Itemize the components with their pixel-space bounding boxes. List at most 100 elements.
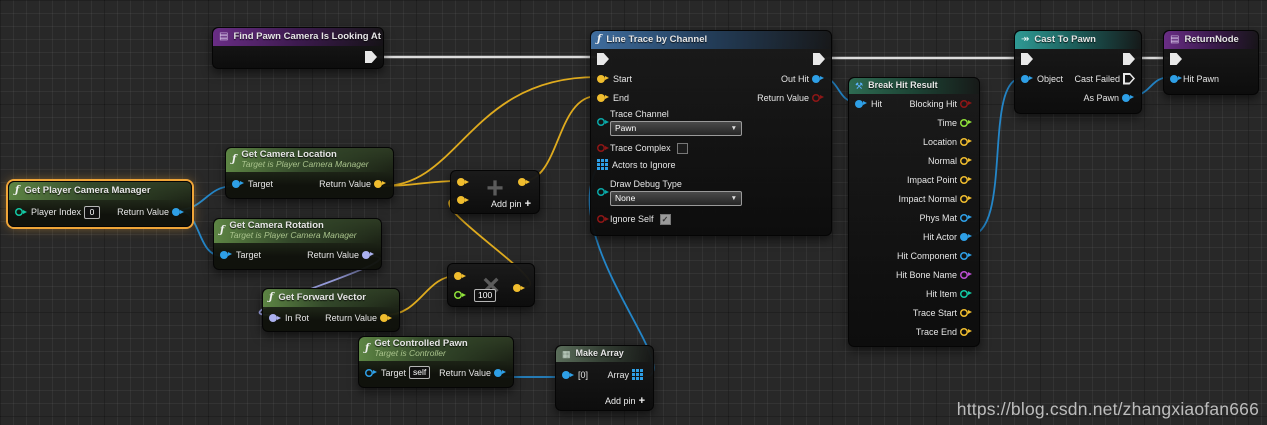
- hit-pawn-pin[interactable]: [1170, 74, 1182, 83]
- trace-channel-pin[interactable]: [597, 118, 609, 126]
- hit-actor-pin[interactable]: [960, 232, 972, 241]
- node-return-node[interactable]: ▤ ReturnNode Hit Pawn: [1163, 30, 1259, 95]
- add-pin-button[interactable]: Add pin +: [491, 198, 531, 210]
- impact-normal-pin[interactable]: [960, 195, 972, 203]
- node-get-controlled-pawn[interactable]: ƒ Get Controlled Pawn Target is Controll…: [358, 336, 514, 388]
- trace-end-pin[interactable]: [960, 328, 972, 336]
- exec-out-pin[interactable]: [1123, 53, 1135, 65]
- add-input-b-pin[interactable]: [457, 196, 469, 204]
- hit-component-pin[interactable]: [960, 252, 972, 260]
- exec-in-pin[interactable]: [1021, 53, 1033, 65]
- exec-in-pin[interactable]: [1170, 53, 1182, 65]
- multiply-output-pin[interactable]: [513, 284, 525, 292]
- node-make-array[interactable]: ▦ Make Array [0] Array Add pin +: [555, 345, 654, 411]
- node-subtitle: Target is Controller: [374, 348, 446, 359]
- return-value-pin[interactable]: [172, 208, 184, 216]
- function-icon: ƒ: [232, 153, 237, 165]
- ignore-self-pin[interactable]: [597, 215, 609, 223]
- event-icon: ▤: [219, 31, 229, 42]
- node-subtitle: Target is Player Camera Manager: [241, 159, 369, 170]
- graph-canvas[interactable]: ▤ Find Pawn Camera Is Looking At ƒ Line …: [0, 0, 1267, 425]
- player-index-pin[interactable]: [15, 208, 27, 216]
- multiply-input-b-pin[interactable]: [454, 291, 466, 299]
- node-title: Find Pawn Camera Is Looking At: [233, 30, 381, 42]
- out-hit-pin[interactable]: [812, 74, 824, 83]
- trace-channel-dropdown[interactable]: Pawn ▼: [610, 120, 742, 136]
- wire-add-to-end[interactable]: [522, 95, 598, 182]
- target-pin[interactable]: [365, 369, 377, 377]
- node-get-player-camera-manager[interactable]: ƒ Get Player Camera Manager Player Index…: [8, 181, 192, 227]
- trace-complex-pin[interactable]: [597, 144, 609, 152]
- node-get-forward-vector[interactable]: ƒ Get Forward Vector In Rot Return Value: [262, 288, 400, 332]
- return-value-pin[interactable]: [362, 250, 374, 259]
- normal-pin[interactable]: [960, 157, 972, 165]
- plus-icon: +: [524, 198, 531, 210]
- phys-mat-pin[interactable]: [960, 214, 972, 222]
- target-self-value[interactable]: self: [409, 366, 431, 380]
- add-output-pin[interactable]: [518, 178, 530, 186]
- ignore-self-checkbox[interactable]: ✓: [659, 213, 671, 225]
- exec-out-pin[interactable]: [365, 51, 377, 63]
- target-pin[interactable]: [232, 179, 244, 188]
- return-value-pin[interactable]: [374, 179, 386, 188]
- wire-camloc-to-add-a[interactable]: [382, 180, 458, 187]
- function-icon: ƒ: [365, 342, 370, 354]
- watermark-url: https://blog.csdn.net/zhangxiaofan666: [956, 399, 1259, 419]
- draw-debug-type-dropdown[interactable]: None ▼: [610, 190, 742, 206]
- cast-icon: ↠: [1021, 34, 1030, 45]
- exec-in-pin[interactable]: [597, 53, 609, 65]
- hit-item-pin[interactable]: [960, 290, 972, 298]
- player-index-value[interactable]: 0: [84, 205, 101, 219]
- function-icon: ƒ: [220, 224, 225, 236]
- trace-complex-checkbox[interactable]: [676, 142, 688, 154]
- function-icon: ƒ: [597, 34, 602, 45]
- node-title: Cast To Pawn: [1034, 33, 1096, 45]
- function-icon: ƒ: [269, 292, 274, 303]
- dropdown-arrow-icon: ▼: [730, 124, 737, 132]
- end-pin[interactable]: [597, 93, 609, 102]
- return-value-pin[interactable]: [494, 368, 506, 377]
- impact-point-pin[interactable]: [960, 176, 972, 184]
- node-get-camera-location[interactable]: ƒ Get Camera Location Target is Player C…: [225, 147, 394, 199]
- array-grid-icon: ▦: [562, 348, 571, 359]
- draw-debug-type-pin[interactable]: [597, 188, 609, 196]
- start-pin[interactable]: [597, 74, 609, 83]
- function-icon: ƒ: [15, 185, 20, 196]
- event-icon: ▤: [1170, 34, 1180, 45]
- as-pawn-pin[interactable]: [1122, 93, 1134, 102]
- node-line-trace-by-channel[interactable]: ƒ Line Trace by Channel Start Out Hit En…: [590, 30, 832, 236]
- node-multiply-vector-float[interactable]: × 100: [447, 263, 535, 307]
- multiply-b-value[interactable]: 100: [474, 289, 497, 302]
- cast-failed-exec-pin[interactable]: [1123, 73, 1135, 85]
- node-add-vector[interactable]: + Add pin +: [450, 170, 540, 214]
- node-find-pawn-camera[interactable]: ▤ Find Pawn Camera Is Looking At: [212, 27, 384, 69]
- plus-icon: +: [638, 395, 645, 407]
- node-title: Get Player Camera Manager: [24, 184, 151, 196]
- dropdown-arrow-icon: ▼: [730, 194, 737, 202]
- add-input-a-pin[interactable]: [457, 178, 469, 186]
- location-pin[interactable]: [960, 138, 972, 146]
- node-get-camera-rotation[interactable]: ƒ Get Camera Rotation Target is Player C…: [213, 218, 382, 270]
- target-pin[interactable]: [220, 250, 232, 259]
- return-value-pin[interactable]: [812, 94, 824, 102]
- trace-start-pin[interactable]: [960, 309, 972, 317]
- array-output-pin[interactable]: [632, 369, 644, 381]
- exec-out-pin[interactable]: [813, 53, 825, 65]
- hit-pin[interactable]: [855, 99, 867, 108]
- node-title: Line Trace by Channel: [606, 33, 708, 45]
- node-cast-to-pawn[interactable]: ↠ Cast To Pawn Object Cast Failed As Paw…: [1014, 30, 1142, 114]
- node-title: Break Hit Result: [868, 80, 938, 91]
- array-element-0-pin[interactable]: [562, 371, 574, 379]
- add-pin-button[interactable]: Add pin +: [605, 395, 645, 407]
- node-break-hit-result[interactable]: ⚒ Break Hit Result Hit Blocking Hit Time…: [848, 77, 980, 347]
- node-title: ReturnNode: [1184, 33, 1239, 45]
- return-value-pin[interactable]: [380, 314, 392, 322]
- actors-to-ignore-array-pin[interactable]: [597, 158, 609, 171]
- multiply-input-a-pin[interactable]: [454, 272, 466, 280]
- hit-bone-name-pin[interactable]: [960, 271, 972, 279]
- time-pin[interactable]: [960, 119, 972, 127]
- blocking-hit-pin[interactable]: [960, 100, 972, 108]
- node-title: Get Forward Vector: [278, 291, 366, 303]
- in-rot-pin[interactable]: [269, 314, 281, 322]
- object-pin[interactable]: [1021, 74, 1033, 83]
